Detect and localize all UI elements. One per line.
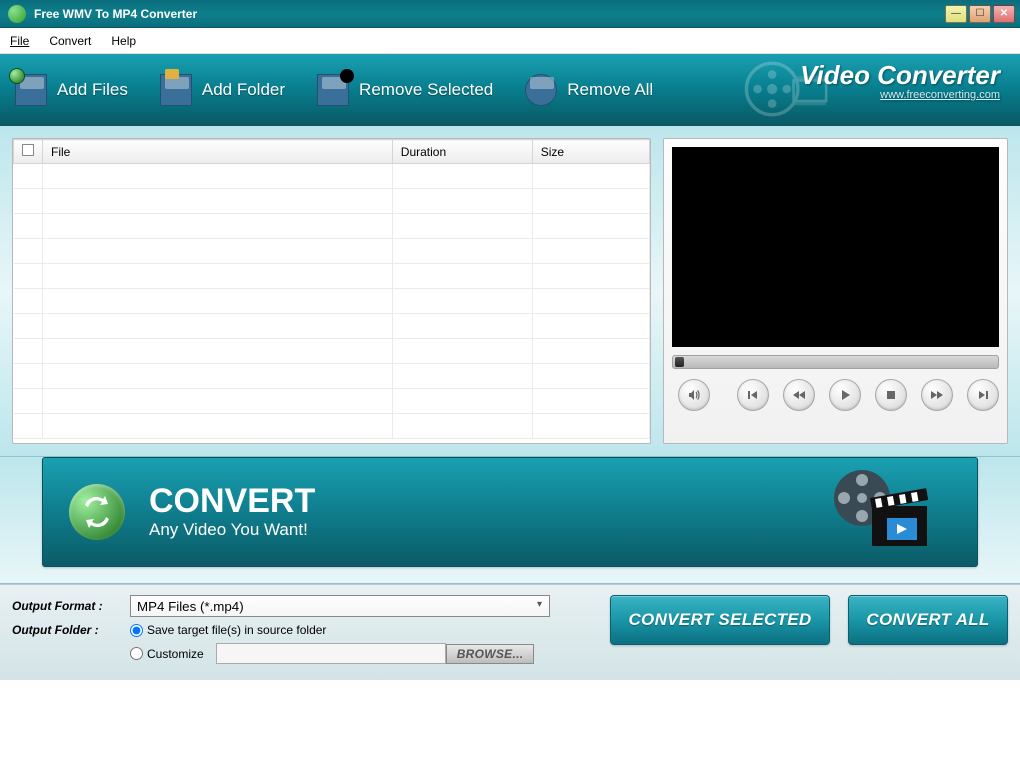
banner-text: CONVERT Any Video You Want! — [149, 484, 315, 540]
maximize-button[interactable]: ☐ — [969, 5, 991, 23]
col-file[interactable]: File — [43, 140, 393, 164]
volume-icon — [687, 388, 701, 402]
output-format-select[interactable]: MP4 Files (*.mp4) — [130, 595, 550, 617]
table-row — [14, 364, 650, 389]
menu-convert[interactable]: Convert — [49, 34, 91, 48]
titlebar: Free WMV To MP4 Converter — ☐ ✕ — [0, 0, 1020, 28]
browse-button[interactable]: BROWSE... — [446, 644, 535, 664]
stop-button[interactable] — [875, 379, 907, 411]
table-row — [14, 214, 650, 239]
remove-all-button[interactable]: Remove All — [525, 74, 653, 106]
table-row — [14, 414, 650, 439]
remove-all-label: Remove All — [567, 80, 653, 100]
menu-file[interactable]: File — [10, 34, 29, 48]
customize-label: Customize — [147, 647, 204, 661]
seek-bar[interactable] — [672, 355, 999, 369]
clapper-decor — [827, 466, 937, 559]
preview-screen[interactable] — [672, 147, 999, 347]
select-all-checkbox[interactable] — [22, 144, 34, 156]
fast-forward-button[interactable] — [921, 379, 953, 411]
content-area: File Duration Size — [0, 126, 1020, 457]
window-title: Free WMV To MP4 Converter — [34, 7, 945, 21]
table-row — [14, 164, 650, 189]
remove-selected-label: Remove Selected — [359, 80, 493, 100]
add-files-icon — [15, 74, 47, 106]
filelist-header-row: File Duration Size — [14, 140, 650, 164]
skip-forward-icon — [977, 389, 989, 401]
remove-selected-button[interactable]: Remove Selected — [317, 74, 493, 106]
toolbar: Add Files Add Folder Remove Selected Rem… — [0, 54, 1020, 126]
add-files-button[interactable]: Add Files — [15, 74, 128, 106]
add-files-label: Add Files — [57, 80, 128, 100]
table-row — [14, 339, 650, 364]
add-folder-icon — [160, 74, 192, 106]
add-folder-label: Add Folder — [202, 80, 285, 100]
table-row — [14, 239, 650, 264]
output-format-label: Output Format : — [12, 599, 130, 613]
table-row — [14, 264, 650, 289]
table-row — [14, 314, 650, 339]
remove-selected-icon — [317, 74, 349, 106]
select-all-header[interactable] — [14, 140, 43, 164]
save-source-label: Save target file(s) in source folder — [147, 623, 326, 637]
stop-icon — [885, 389, 897, 401]
brand-title: Video Converter — [800, 60, 1000, 91]
convert-selected-button[interactable]: CONVERT SELECTED — [610, 595, 830, 645]
play-button[interactable] — [829, 379, 861, 411]
table-row — [14, 389, 650, 414]
table-row — [14, 289, 650, 314]
output-settings: Output Format : MP4 Files (*.mp4) Output… — [12, 595, 592, 670]
rewind-icon — [792, 389, 806, 401]
bottom-bar: Output Format : MP4 Files (*.mp4) Output… — [0, 584, 1020, 680]
remove-all-icon — [525, 74, 557, 106]
brand-block: Video Converter www.freeconverting.com — [800, 60, 1000, 101]
banner-subtitle: Any Video You Want! — [149, 520, 315, 540]
save-source-radio[interactable] — [130, 624, 143, 637]
close-button[interactable]: ✕ — [993, 5, 1015, 23]
banner-row: CONVERT Any Video You Want! — [0, 457, 1020, 584]
fast-forward-icon — [930, 389, 944, 401]
menubar: File Convert Help — [0, 28, 1020, 54]
col-duration[interactable]: Duration — [392, 140, 532, 164]
banner-title: CONVERT — [149, 484, 315, 518]
minimize-button[interactable]: — — [945, 5, 967, 23]
table-row — [14, 189, 650, 214]
skip-back-icon — [747, 389, 759, 401]
convert-banner[interactable]: CONVERT Any Video You Want! — [42, 457, 978, 567]
convert-icon — [69, 484, 125, 540]
file-list[interactable]: File Duration Size — [12, 138, 651, 444]
customize-radio[interactable] — [130, 647, 143, 660]
app-icon — [8, 5, 26, 23]
customize-path-input[interactable] — [216, 643, 446, 664]
col-size[interactable]: Size — [532, 140, 649, 164]
player-controls — [672, 379, 999, 411]
play-icon — [839, 389, 851, 401]
convert-all-button[interactable]: CONVERT ALL — [848, 595, 1008, 645]
window-controls: — ☐ ✕ — [945, 5, 1015, 23]
output-folder-label: Output Folder : — [12, 623, 130, 637]
add-folder-button[interactable]: Add Folder — [160, 74, 285, 106]
skip-forward-button[interactable] — [967, 379, 999, 411]
menu-help[interactable]: Help — [111, 34, 136, 48]
rewind-button[interactable] — [783, 379, 815, 411]
preview-panel — [663, 138, 1008, 444]
volume-button[interactable] — [678, 379, 710, 411]
skip-back-button[interactable] — [737, 379, 769, 411]
